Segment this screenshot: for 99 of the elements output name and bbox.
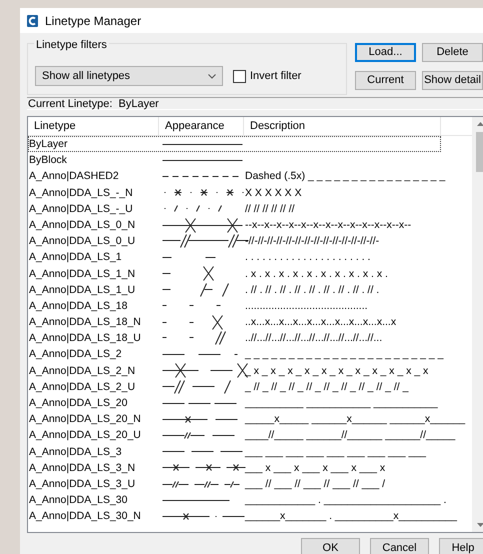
linetype-name: A_Anno|DDA_LS_18_U: [28, 331, 142, 346]
list-row[interactable]: A_Anno|DDA_LS_2_U _ // _ // _ // _ // _ // _ // _ // _ // _ // _: [28, 378, 472, 395]
linetype-name: A_Anno|DDA_LS_20_U: [28, 428, 142, 444]
list-row[interactable]: A_Anno|DDA_LS_3_N ___ x ___ x ___ x ___ x ___ x: [28, 460, 472, 476]
list-row[interactable]: A_Anno|DDA_LS_-_U // // // // // //: [28, 200, 472, 217]
list-row[interactable]: A_Anno|DDA_LS_-_N X X X X X X: [28, 184, 472, 201]
dialog-button[interactable]: Current: [355, 71, 416, 90]
linetype-name: A_Anno|DDA_LS_18: [28, 298, 128, 314]
linetype-sample-drawing: [162, 266, 214, 282]
linetype-name: A_Anno|DDA_LS_1_N: [28, 266, 136, 282]
list-row[interactable]: A_Anno|DDA_LS_0_N --x--x--x--x--x--x--x--x--x--x--x--x--x--: [28, 216, 472, 234]
list-row[interactable]: A_Anno|DDA_LS_1_N . x . x . x . x . x . x . x . x . x . x .: [28, 266, 472, 282]
linetype-name: A_Anno|DDA_LS_3_U: [28, 476, 136, 492]
list-row[interactable]: ByBlock: [28, 152, 472, 168]
linetype-name: A_Anno|DDA_LS_1_U: [28, 282, 136, 298]
linetype-sample-drawing: [162, 380, 231, 394]
group-label: Linetype filters: [34, 37, 109, 54]
linetype-sample-drawing: [162, 500, 230, 501]
linetype-description: --x--x--x--x--x--x--x--x--x--x--x--x--x--: [244, 218, 412, 233]
linetype-description: ___ // ___ // ___ // ___ // ___ /: [244, 476, 386, 492]
list-row[interactable]: A_Anno|DASHED2 Dashed (.5x) _ _ _ _ _ _ _ _ _ _ _ _ _ _ _ _: [28, 168, 472, 185]
list-row[interactable]: A_Anno|DDA_LS_18 ..........................................: [28, 298, 472, 314]
list-row[interactable]: A_Anno|DDA_LS_0_U -//-//-//-//-//-//-//-//-//-//-//-//-//-//-: [28, 233, 472, 250]
linetype-name: A_Anno|DDA_LS_-_U: [28, 202, 134, 217]
linetype-name: A_Anno|DDA_LS_0_U: [28, 234, 136, 250]
app-logo-icon: [27, 14, 38, 26]
scroll-down-icon[interactable]: [477, 523, 483, 527]
column-header[interactable]: Description: [244, 117, 441, 135]
list-row[interactable]: A_Anno|DDA_LS_30_N ______x_______ . __________x__________: [28, 508, 472, 524]
list-row[interactable]: A_Anno|DDA_LS_2_N _ x _ x _ x _ x _ x _ x _ x _ x _ x _ x _ x: [28, 362, 472, 379]
linetype-name: A_Anno|DDA_LS_20_N: [28, 412, 142, 428]
linetype-sample-drawing: [162, 256, 216, 258]
list-row[interactable]: A_Anno|DDA_LS_1 . . . . . . . . . . . . . . . . . . . . . .: [28, 249, 472, 266]
scroll-up-icon[interactable]: [477, 122, 483, 126]
linetype-name: A_Anno|DDA_LS_-_N: [28, 186, 134, 201]
window-title: Linetype Manager: [45, 12, 142, 30]
linetype-description: ____________ . ____________________ .: [244, 493, 446, 508]
linetype-description: __________ ___________ ___________: [244, 396, 438, 411]
list-row[interactable]: A_Anno|DDA_LS_20 __________ ___________ ___________: [28, 395, 472, 412]
linetype-name: A_Anno|DDA_LS_30_N: [28, 509, 142, 524]
invert-filter-checkbox[interactable]: [233, 70, 246, 82]
dialog-button[interactable]: Help: [439, 538, 483, 554]
linetype-description: ___ ___ ___ ___ ___ ___ ___ ___ ___: [244, 444, 426, 460]
linetype-name: ByLayer: [28, 137, 69, 152]
dialog-button[interactable]: OK: [301, 538, 360, 554]
list-row[interactable]: A_Anno|DDA_LS_18_N ..x...x...x...x...x...x...x...x...x...x...x: [28, 314, 472, 330]
linetype-description: ____//_____ ______//______ ______//_____: [244, 428, 456, 444]
list-row[interactable]: A_Anno|DDA_LS_3_U ___ // ___ // ___ // ___ // ___ /: [28, 476, 472, 492]
dialog-button[interactable]: Cancel: [370, 538, 429, 554]
linetype-description: ___ x ___ x ___ x ___ x ___ x: [244, 460, 386, 476]
dialog-button[interactable]: Delete: [422, 43, 483, 62]
column-header[interactable]: Linetype: [28, 117, 159, 135]
dialog-button[interactable]: Load...: [355, 43, 416, 62]
linetype-name: A_Anno|DDA_LS_2_N: [28, 364, 136, 379]
linetype-sample-drawing: [164, 205, 222, 212]
list-row[interactable]: ByLayer: [28, 136, 441, 152]
linetype-description: ______x_______ . __________x__________: [244, 509, 457, 524]
list-row[interactable]: A_Anno|DDA_LS_2 _ _ _ _ _ _ _ _ _ _ _ _ _ _ _ _ _ _ _ _ _ _ _: [28, 346, 472, 363]
linetype-description: _____x_____ ______x______ ______x______: [244, 412, 466, 428]
caret-icon: [208, 74, 216, 78]
linetype-description: ..........................................: [244, 298, 368, 314]
linetype-description: -//-//-//-//-//-//-//-//-//-//-//-//-//-//-: [244, 234, 380, 250]
list-row[interactable]: A_Anno|DDA_LS_1_U . // . // . // . // . // . // . // . // . // .: [28, 282, 472, 298]
linetype-description: _ _ _ _ _ _ _ _ _ _ _ _ _ _ _ _ _ _ _ _ _ _ _: [244, 347, 444, 362]
linetype-name: A_Anno|DDA_LS_0_N: [28, 218, 136, 233]
linetype-sample-drawing: [162, 282, 229, 297]
list-row[interactable]: A_Anno|DDA_LS_20_N _____x_____ ______x______ ______x______: [28, 411, 472, 428]
linetype-name: A_Anno|DDA_LS_3: [28, 444, 123, 460]
linetype-description: Dashed (.5x) _ _ _ _ _ _ _ _ _ _ _ _ _ _ _ _: [244, 169, 446, 184]
linetype-name: A_Anno|DDA_LS_2: [28, 347, 123, 362]
dialog-button[interactable]: Show detail: [422, 71, 483, 90]
scrollbar-thumb[interactable]: [476, 132, 483, 172]
linetype-name: A_Anno|DDA_LS_2_U: [28, 380, 136, 395]
checkbox-label[interactable]: Invert filter: [250, 68, 302, 84]
current-linetype-label: Current Linetype: ByLayer: [27, 97, 483, 110]
linetype-name: A_Anno|DDA_LS_20: [28, 396, 128, 411]
linetype-description: ..//...//...//...//...//...//...//...//...//...: [244, 331, 382, 346]
list-row[interactable]: A_Anno|DDA_LS_18_U ..//...//...//...//...//...//...//...//...//...: [28, 330, 472, 346]
list-row[interactable]: A_Anno|DDA_LS_20_U ____//_____ ______//______ ______//_____: [28, 427, 472, 444]
linetype-description: // // // // // //: [244, 202, 295, 217]
linetype-name: A_Anno|DDA_LS_30: [28, 493, 128, 508]
filter-dropdown[interactable]: Show all linetypes: [35, 66, 223, 86]
linetype-name: ByBlock: [28, 153, 68, 168]
list-row[interactable]: A_Anno|DDA_LS_30 ____________ . ____________________ .: [28, 492, 472, 508]
linetype-name: A_Anno|DDA_LS_3_N: [28, 460, 136, 476]
list-row[interactable]: A_Anno|DDA_LS_3 ___ ___ ___ ___ ___ ___ ___ ___ ___: [28, 444, 472, 460]
linetype-description: . x . x . x . x . x . x . x . x . x . x .: [244, 266, 388, 282]
linetype-name: A_Anno|DDA_LS_18_N: [28, 315, 142, 330]
linetype-sample-drawing: [162, 314, 223, 330]
linetype-description: . . . . . . . . . . . . . . . . . . . . . .: [244, 250, 370, 266]
linetype-name: A_Anno|DASHED2: [28, 169, 120, 184]
linetype-name: A_Anno|DDA_LS_1: [28, 250, 123, 266]
linetype-sample-drawing: [162, 331, 226, 346]
linetype-description: ..x...x...x...x...x...x...x...x...x...x...x: [244, 315, 396, 330]
linetype-description: X X X X X X: [244, 186, 302, 201]
linetype-description: _ x _ x _ x _ x _ x _ x _ x _ x _ x _ x _ x: [244, 364, 428, 379]
linetype-description: _ // _ // _ // _ // _ // _ // _ // _ // _ // _: [244, 380, 408, 395]
column-header[interactable]: Appearance: [159, 117, 244, 135]
linetype-description: . // . // . // . // . // . // . // . // . // .: [244, 282, 380, 298]
